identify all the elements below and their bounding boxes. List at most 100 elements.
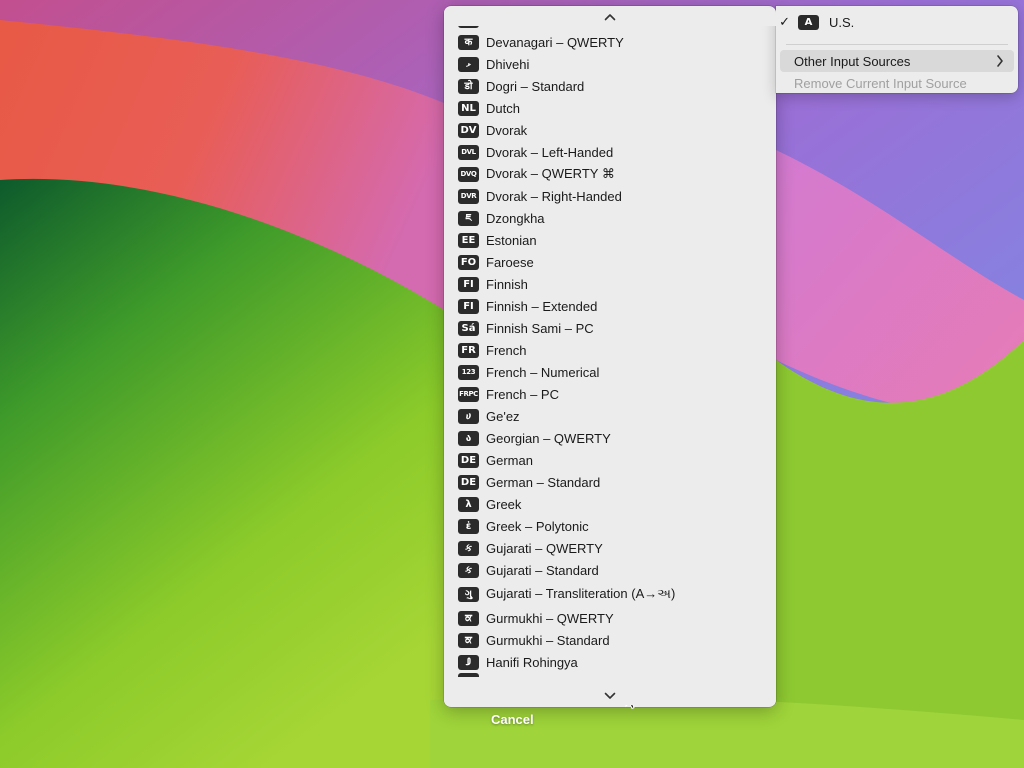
list-item-label: Dvorak – Right-Handed [486, 188, 622, 204]
list-item[interactable]: ޅ Dhivehi [444, 53, 776, 75]
input-source-badge: Sá [458, 320, 479, 336]
input-source-badge: क [458, 34, 479, 50]
list-item-label: French – PC [486, 386, 559, 402]
list-item-label: Dvorak [486, 122, 528, 138]
list-item[interactable]: FRPC French – PC [444, 383, 776, 405]
cancel-button[interactable]: Cancel [491, 712, 534, 727]
list-item-label: Gurmukhi – Standard [486, 632, 610, 648]
list-item-label: Greek [486, 496, 522, 512]
list-item[interactable]: 123 French – Numerical [444, 361, 776, 383]
list-item[interactable]: EE Estonian [444, 229, 776, 251]
scroll-down-button[interactable] [444, 687, 776, 705]
list-item[interactable]: Sá Finnish Sami – PC [444, 317, 776, 339]
input-source-badge: DV [458, 122, 479, 138]
input-source-badge [458, 673, 479, 677]
other-input-sources-label: Other Input Sources [794, 53, 911, 69]
list-item-label: Gujarati – Standard [486, 562, 599, 578]
input-source-badge: ક [458, 540, 479, 556]
list-item[interactable]: क Devanagari – QWERTY [444, 31, 776, 53]
input-source-badge: DVQ [458, 166, 479, 182]
scroll-up-button[interactable] [444, 8, 776, 26]
input-source-badge: ક [458, 562, 479, 578]
input-source-list-menu[interactable]: DADanishकDevanagari – QWERTYޅDhivehiडोDo… [444, 6, 776, 707]
input-source-badge: ਕ [458, 610, 479, 626]
list-item-label: Georgian – QWERTY [486, 430, 611, 446]
chevron-up-icon [604, 14, 616, 21]
input-source-badge: ગુ [458, 586, 479, 602]
list-item-label: Dutch [486, 100, 520, 116]
list-item-label: German [486, 452, 533, 468]
input-source-badge: NL [458, 100, 479, 116]
list-item-label: Dzongkha [486, 210, 545, 226]
list-item[interactable] [444, 673, 776, 677]
list-item[interactable]: DVR Dvorak – Right-Handed [444, 185, 776, 207]
list-item-label: Finnish [486, 276, 528, 292]
list-item-label: Gurmukhi – QWERTY [486, 610, 614, 626]
list-item[interactable]: ሀ Ge'ez [444, 405, 776, 427]
input-source-badge: ޅ [458, 56, 479, 72]
list-item-label: Dogri – Standard [486, 78, 585, 94]
list-item[interactable]: ཇ Dzongkha [444, 207, 776, 229]
list-item-label: Ge'ez [486, 408, 520, 424]
input-source-badge: A [798, 14, 819, 30]
input-source-badge: FI [458, 276, 479, 292]
current-input-source-label: U.S. [829, 14, 855, 30]
list-item-label: Greek – Polytonic [486, 518, 589, 534]
list-item-label: Estonian [486, 232, 537, 248]
list-item[interactable]: FI Finnish – Extended [444, 295, 776, 317]
input-source-badge: डो [458, 78, 479, 94]
list-item[interactable]: FO Faroese [444, 251, 776, 273]
list-item-label: Dvorak – Left-Handed [486, 144, 614, 160]
list-item-label: Finnish – Extended [486, 298, 598, 314]
list-item[interactable]: DE German – Standard [444, 471, 776, 493]
list-item-label: Gujarati – QWERTY [486, 540, 603, 556]
input-source-badge: DVL [458, 144, 479, 160]
list-item[interactable]: DVQ Dvorak – QWERTY ⌘ [444, 163, 776, 185]
list-item-label: Faroese [486, 254, 534, 270]
list-item[interactable]: 𐴀 Hanifi Rohingya [444, 651, 776, 673]
input-source-badge: 𐴀 [458, 654, 479, 670]
input-source-badge: ა [458, 430, 479, 446]
input-source-badge: EE [458, 232, 479, 248]
list-item[interactable]: ગુ Gujarati – Transliteration (A→અ) [444, 581, 776, 607]
input-source-badge: FRPC [458, 386, 479, 402]
list-item[interactable]: NL Dutch [444, 97, 776, 119]
list-item[interactable]: FI Finnish [444, 273, 776, 295]
list-item[interactable]: ਕ Gurmukhi – QWERTY [444, 607, 776, 629]
list-item-label: Dvorak – QWERTY ⌘ [486, 166, 615, 181]
list-item-label: Gujarati – Transliteration (A→અ) [486, 586, 676, 601]
list-item[interactable]: FR French [444, 339, 776, 361]
list-item[interactable]: ક Gujarati – Standard [444, 559, 776, 581]
list-item[interactable]: ა Georgian – QWERTY [444, 427, 776, 449]
remove-input-source-item[interactable]: Remove Current Input Source [776, 72, 1018, 94]
list-item-label: Devanagari – QWERTY [486, 34, 624, 50]
checkmark-icon: ✓ [779, 14, 790, 29]
input-source-badge: FI [458, 298, 479, 314]
list-item-label: German – Standard [486, 474, 601, 490]
input-source-badge: 123 [458, 364, 479, 380]
chevron-down-icon [604, 692, 616, 699]
chevron-right-icon [997, 55, 1003, 67]
list-item[interactable]: डो Dogri – Standard [444, 75, 776, 97]
list-item[interactable]: ਕ Gurmukhi – Standard [444, 629, 776, 651]
list-item[interactable]: DE German [444, 449, 776, 471]
input-source-badge: ἑ [458, 518, 479, 534]
other-input-sources-item[interactable]: Other Input Sources [780, 50, 1014, 72]
list-item-label: French – Numerical [486, 364, 600, 380]
remove-input-source-label: Remove Current Input Source [794, 75, 967, 91]
list-item-label: Hanifi Rohingya [486, 654, 578, 670]
list-item[interactable]: ἑ Greek – Polytonic [444, 515, 776, 537]
list-item[interactable]: DV Dvorak [444, 119, 776, 141]
input-source-badge: ሀ [458, 408, 479, 424]
list-item[interactable]: DVL Dvorak – Left-Handed [444, 141, 776, 163]
list-item-label: French [486, 342, 527, 358]
current-input-source[interactable]: ✓ A U.S. [776, 11, 1018, 33]
list-item[interactable]: ક Gujarati – QWERTY [444, 537, 776, 559]
menu-separator [786, 44, 1008, 45]
input-source-badge: ਕ [458, 632, 479, 648]
list-item[interactable]: λ Greek [444, 493, 776, 515]
input-source-menu: ✓ A U.S. Other Input Sources Remove Curr… [776, 6, 1018, 93]
input-source-badge: ཇ [458, 210, 479, 226]
input-source-badge: λ [458, 496, 479, 512]
input-source-badge: DVR [458, 188, 479, 204]
